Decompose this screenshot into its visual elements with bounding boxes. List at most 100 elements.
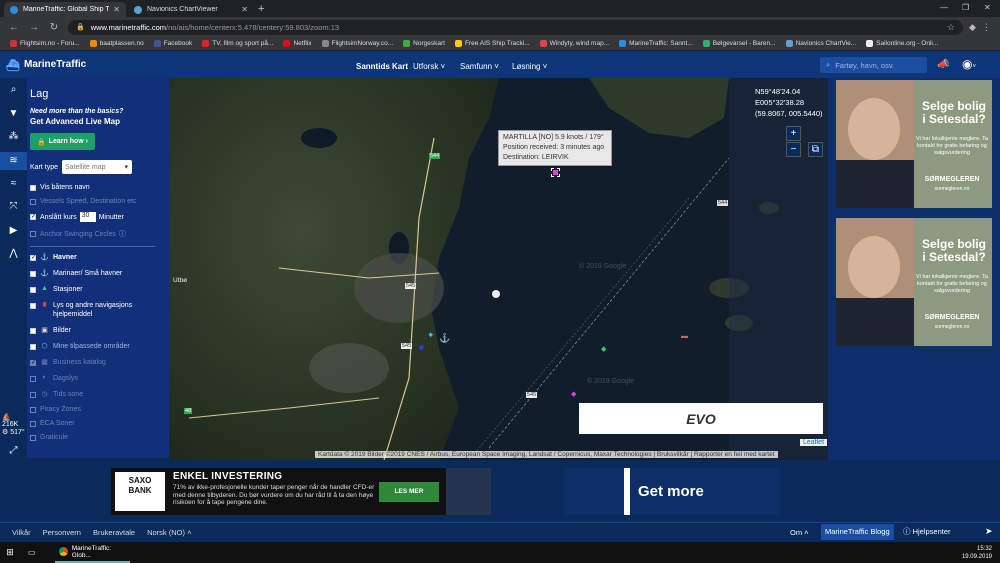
layer-marinaer[interactable]: ⚓ Marinaer/ Små havner [30,269,169,278]
port-marker[interactable] [492,290,500,298]
footer-about-menu[interactable]: Om ˄ [790,528,809,537]
checkbox[interactable] [30,327,36,334]
option-anchor[interactable]: Anchor Swinging Circles ⓘ [30,229,169,239]
info-icon[interactable]: ⓘ [119,229,126,239]
bookmark-item[interactable]: Norgeskart [403,40,445,47]
sormegleren-ad[interactable]: Selge bolig i Setesdal? Vi har lokalkjen… [836,80,992,208]
kart-type-select[interactable]: Satellite map ▾ [62,160,133,174]
distance-tool-icon[interactable]: ⤧ [0,201,27,212]
vessel-icon[interactable]: ■ [419,343,424,352]
zoom-in-button[interactable]: + [786,126,801,141]
help-center-button[interactable]: ⓘ Hjelpsenter [899,524,955,540]
bookmark-item[interactable]: baatplassen.no [89,40,144,47]
anchor-icon[interactable]: ⚓ [439,333,450,344]
checkbox[interactable] [30,391,36,398]
bookmark-item[interactable]: MarineTraffic: Sannt... [619,40,693,47]
reload-icon[interactable]: ↻ [48,22,60,33]
window-close-icon[interactable]: ✕ [984,3,991,12]
map-fullscreen-icon[interactable]: ⧉ [808,142,823,157]
bookmark-item[interactable]: TV, film og sport på... [202,40,273,47]
layer-custom-areas[interactable]: ⬡ Mine tilpassede områder [30,342,169,351]
search-tool-icon[interactable]: ⌕ [0,84,27,95]
vessel-cluster-icon[interactable]: ✦ [427,330,435,341]
bookmark-item[interactable]: FlightsimNorway.co... [321,40,393,47]
option-course[interactable]: ✓ Anslått kurs 30 Minutter [30,212,169,222]
bookmark-item[interactable]: Flightsim.no - Foru... [10,40,80,47]
blog-button[interactable]: MarineTraffic Blogg [821,524,894,540]
task-view-icon[interactable]: ▭ [28,548,36,557]
footer-privacy-link[interactable]: Personvern [43,528,81,537]
close-tab-icon[interactable]: ✕ [241,5,248,14]
layer-lys[interactable]: ♜ Lys og andre navigasjons hjelpemiddel [30,301,169,319]
back-arrow-icon[interactable]: ← [8,22,20,33]
extension-icon[interactable]: ◆ [969,22,976,33]
checkbox[interactable] [30,286,36,293]
checkbox[interactable] [30,303,36,309]
bookmark-item[interactable]: Facebook [153,40,192,47]
checkbox[interactable] [30,184,36,191]
marinetraffic-logo[interactable]: ⛴ MarineTraffic [6,59,86,72]
new-tab-icon[interactable]: + [258,3,264,15]
checkbox[interactable] [30,406,36,413]
checkbox[interactable] [30,198,36,205]
minutes-input[interactable]: 30 [79,212,96,222]
layer-havner[interactable]: ✓ ⚓ Havner [30,253,169,262]
footer-user-agreement-link[interactable]: Brukeravtale [93,528,135,537]
bookmark-item[interactable]: Free AIS Ship Tracki... [454,40,530,47]
url-field[interactable]: 🔒 www.marinetraffic.com /no/ais/home/cen… [68,19,963,35]
checkbox[interactable] [30,270,36,277]
bookmark-star-icon[interactable]: ☆ [947,22,955,33]
leaflet-link[interactable]: Leaflet [800,439,828,446]
checkbox-checked[interactable]: ✓ [30,214,36,220]
evo-ad-banner[interactable]: EVO [579,403,823,434]
bookmark-item[interactable]: Netflix [283,40,312,47]
close-tab-icon[interactable]: ✕ [113,5,120,14]
layer-dagslys[interactable]: ◐ Dagslys [30,374,169,383]
layers-icon[interactable]: ≋ [0,152,27,170]
vessel-icon[interactable]: ▬ [681,333,688,340]
browser-menu-icon[interactable]: ⋮ [982,22,991,33]
nav-explore[interactable]: Utforsk ˅ [413,62,445,71]
restore-icon[interactable]: ❐ [962,3,969,12]
nav-solutions[interactable]: Løsning ˅ [512,62,547,71]
measure-icon[interactable]: ⋀ [0,248,27,259]
bookmark-item[interactable]: Navionics ChartVie... [785,40,856,47]
forward-arrow-icon[interactable]: → [28,22,40,33]
send-feedback-icon[interactable]: ➤ [985,526,993,537]
saxo-bank-ad[interactable]: SAXO BANK ENKEL INVESTERING 71% av ikke-p… [111,468,491,515]
layer-bilder[interactable]: ▣ Bilder [30,326,169,335]
learn-how-button[interactable]: 🔒 Learn how › [30,133,95,150]
vessel-icon[interactable]: ◆ [571,390,576,398]
checkbox[interactable] [30,434,36,441]
checkbox-checked[interactable]: ✓ [30,359,36,366]
option-show-names[interactable]: Vis båtens navn [30,184,169,191]
zoom-out-button[interactable]: − [786,142,801,157]
layer-graticule[interactable]: Graticule [30,434,169,441]
windows-start-icon[interactable]: ⊞ [0,547,20,558]
vessel-icon[interactable]: ◆ [601,345,606,353]
option-speed[interactable]: Vessels Speed, Destination etc [30,198,169,205]
layer-business[interactable]: ✓ ▦ Business katalog [30,358,169,367]
search-input[interactable]: ⌕ Fartøy, havn, osv. [820,57,927,73]
browser-tab-navionics[interactable]: Navionics ChartViewer ✕ [128,2,254,17]
footer-language-select[interactable]: Norsk (NO) ˄ [147,528,191,537]
checkbox-checked[interactable]: ✓ [30,254,36,261]
footer-terms-link[interactable]: Vilkår [12,528,31,537]
network-icon[interactable]: ⁂ [0,131,27,142]
checkbox[interactable] [30,420,36,427]
layer-tidssone[interactable]: ◷ Tids sone [30,390,169,399]
checkbox[interactable] [30,231,36,237]
layer-eca[interactable]: ECA Soner [30,420,169,427]
announcement-icon[interactable]: 📣 [937,59,949,70]
sormegleren-ad[interactable]: Selge bolig i Setesdal? Vi har lokalkjen… [836,218,992,346]
checkbox[interactable] [30,375,36,382]
les-mer-button[interactable]: LES MER [379,482,439,502]
map-attribution[interactable]: Kartdata © 2019 Bilder ©2019 CNES / Airb… [315,451,778,458]
user-account-icon[interactable]: ◉˅ [962,57,976,71]
taskbar-chrome-app[interactable]: MarineTraffic: Glob... [55,542,130,563]
filter-icon[interactable]: ▼ [0,108,27,119]
checkbox[interactable] [30,343,36,350]
minimize-icon[interactable]: — [940,3,948,12]
browser-tab-marinetraffic[interactable]: MarineTraffic: Global Ship Trackin ✕ [4,2,126,17]
nav-community[interactable]: Samfunn ˅ [460,62,499,71]
